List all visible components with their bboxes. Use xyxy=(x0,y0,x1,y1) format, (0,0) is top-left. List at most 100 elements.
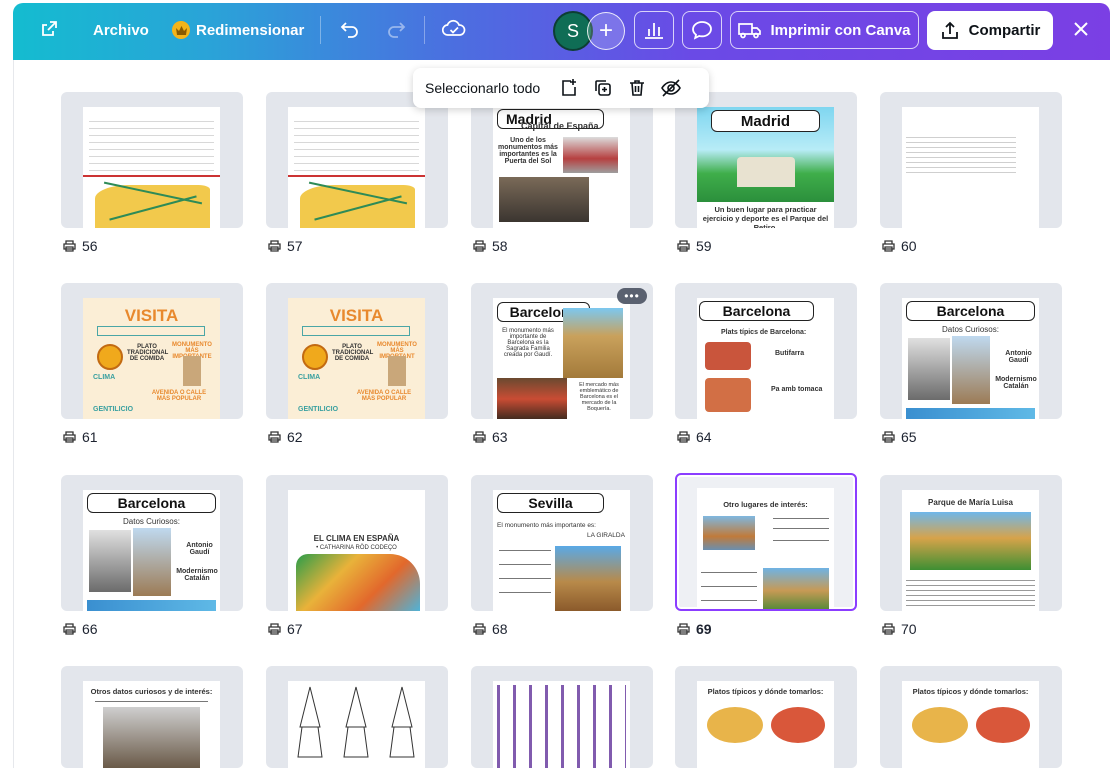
page-thumbnail-75[interactable]: Platos típicos y dónde tomarlos: xyxy=(880,666,1062,768)
divider xyxy=(424,16,425,44)
hide-page-button[interactable] xyxy=(654,73,688,103)
cloud-save-button[interactable] xyxy=(436,11,472,47)
page-thumbnail-71[interactable]: Otros datos curiosos y de interés: xyxy=(61,666,243,768)
page-thumbnail-56[interactable] xyxy=(61,92,243,228)
page-number-label: 59 xyxy=(677,237,712,255)
page-number-label: 62 xyxy=(268,428,303,446)
printer-icon xyxy=(882,623,895,635)
add-page-button[interactable] xyxy=(552,73,586,103)
external-link-icon xyxy=(42,21,57,36)
share-upload-icon xyxy=(941,21,958,39)
printer-icon xyxy=(882,431,895,443)
page-thumbnail-72[interactable] xyxy=(266,666,448,768)
page-more-options-button[interactable]: ••• xyxy=(617,288,647,304)
close-button[interactable] xyxy=(1063,11,1099,47)
page-thumbnail-69-selected[interactable]: Otro lugares de interés: xyxy=(675,473,857,611)
thumbnail-image: Barcelona Datos Curiosos: Antonio Gaudí … xyxy=(902,298,1039,419)
printer-icon xyxy=(268,431,281,443)
thumbnail-image: Platos típicos y dónde tomarlos: xyxy=(697,681,834,768)
page-thumbnail-70[interactable]: Parque de María Luisa xyxy=(880,475,1062,611)
resize-label: Redimensionar xyxy=(196,21,305,39)
page-number-label: 56 xyxy=(63,237,98,255)
plus-icon: + xyxy=(598,17,613,44)
thumbnail-image xyxy=(83,107,220,228)
thumbnail-image: Platos típicos y dónde tomarlos: xyxy=(902,681,1039,768)
redo-icon xyxy=(388,22,406,38)
thumbnail-image: VISITA PLATO TRADICIONAL DE COMIDA MONUM… xyxy=(288,298,425,419)
page-thumbnail-67[interactable]: EL CLIMA EN ESPAÑA • CATHARINA RÖD CODEÇ… xyxy=(266,475,448,611)
page-thumbnail-66[interactable]: Barcelona Datos Curiosos: Antonio Gaudí … xyxy=(61,475,243,611)
thumbnail-image: Parque de María Luisa xyxy=(902,490,1039,611)
page-number-label: 64 xyxy=(677,428,712,446)
page-number-label: 70 xyxy=(882,620,917,638)
page-number-label: 65 xyxy=(882,428,917,446)
printer-icon xyxy=(63,431,76,443)
cloud-check-icon xyxy=(442,19,466,36)
printer-icon xyxy=(677,240,690,252)
page-thumbnail-74[interactable]: Platos típicos y dónde tomarlos: xyxy=(675,666,857,768)
share-label: Compartir xyxy=(968,22,1041,39)
thumbnail-image: EL CLIMA EN ESPAÑA • CATHARINA RÖD CODEÇ… xyxy=(288,490,425,611)
page-thumbnail-61[interactable]: VISITA PLATO TRADICIONAL DE COMIDA MONUM… xyxy=(61,283,243,419)
bar-chart-icon xyxy=(645,23,663,39)
page-number-label: 67 xyxy=(268,620,303,638)
printer-icon xyxy=(268,623,281,635)
truck-icon xyxy=(738,23,762,39)
thumbnail-image: Otro lugares de interés: xyxy=(697,488,834,609)
insights-button[interactable] xyxy=(634,11,674,49)
add-page-icon xyxy=(562,79,577,96)
page-thumbnail-64[interactable]: Barcelona Plats típics de Barcelona: But… xyxy=(675,283,857,419)
page-number-label: 68 xyxy=(473,620,508,638)
thumbnail-image: Otros datos curiosos y de interés: xyxy=(83,681,220,768)
select-all-button[interactable]: Seleccionarlo todo xyxy=(425,80,540,96)
page-thumbnail-68[interactable]: Sevilla El monumento más importante es: … xyxy=(471,475,653,611)
page-selection-toolbar: Seleccionarlo todo xyxy=(413,68,709,108)
page-thumbnail-58[interactable]: Madrid Capital de España Uno de los monu… xyxy=(471,92,653,228)
page-thumbnail-59[interactable]: Madrid Un buen lugar para practicar ejer… xyxy=(675,92,857,228)
thumbnail-image xyxy=(493,681,630,768)
delete-page-button[interactable] xyxy=(620,73,654,103)
printer-icon xyxy=(473,431,486,443)
page-thumbnail-65[interactable]: Barcelona Datos Curiosos: Antonio Gaudí … xyxy=(880,283,1062,419)
divider xyxy=(320,16,321,44)
printer-icon xyxy=(268,240,281,252)
page-number-label: 58 xyxy=(473,237,508,255)
page-number-label: 60 xyxy=(882,237,917,255)
more-dots-icon: ••• xyxy=(624,289,640,303)
printer-icon xyxy=(677,623,690,635)
redo-button[interactable] xyxy=(378,11,414,47)
page-thumbnail-73[interactable] xyxy=(471,666,653,768)
thumbnail-image xyxy=(288,681,425,768)
print-with-canva-button[interactable]: Imprimir con Canva xyxy=(730,11,919,49)
thumbnail-image: Madrid Capital de España Uno de los monu… xyxy=(493,107,630,228)
page-number-label: 66 xyxy=(63,620,98,638)
file-menu-button[interactable]: Archivo xyxy=(93,22,149,39)
thumbnail-image xyxy=(288,107,425,228)
page-thumbnail-57[interactable] xyxy=(266,92,448,228)
thumbnail-image: VISITA PLATO TRADICIONAL DE COMIDA MONUM… xyxy=(83,298,220,419)
undo-button[interactable] xyxy=(332,11,368,47)
page-number-label: 57 xyxy=(268,237,303,255)
trash-icon xyxy=(630,80,645,96)
thumbnail-image: Barcelona El monumento más importante de… xyxy=(493,298,630,419)
share-button[interactable]: Compartir xyxy=(927,11,1053,50)
comments-button[interactable] xyxy=(682,11,722,49)
thumbnail-image: Sevilla El monumento más importante es: … xyxy=(493,490,630,611)
eye-off-icon xyxy=(661,79,682,97)
crown-icon xyxy=(172,21,190,39)
printer-icon xyxy=(63,623,76,635)
duplicate-page-button[interactable] xyxy=(586,73,620,103)
printer-icon xyxy=(677,431,690,443)
page-thumbnail-62[interactable]: VISITA PLATO TRADICIONAL DE COMIDA MONUM… xyxy=(266,283,448,419)
thumbnail-image: Madrid Un buen lugar para practicar ejer… xyxy=(697,107,834,228)
thumbnail-image: Barcelona Datos Curiosos: Antonio Gaudí … xyxy=(83,490,220,611)
printer-icon xyxy=(473,623,486,635)
print-label: Imprimir con Canva xyxy=(770,21,911,39)
open-external-button[interactable] xyxy=(31,11,67,47)
add-collaborator-button[interactable]: + xyxy=(587,12,625,50)
page-thumbnail-60[interactable] xyxy=(880,92,1062,228)
resize-button[interactable]: Redimensionar xyxy=(172,21,304,39)
printer-icon xyxy=(63,240,76,252)
page-number-label: 61 xyxy=(63,428,98,446)
comment-icon xyxy=(692,21,712,40)
